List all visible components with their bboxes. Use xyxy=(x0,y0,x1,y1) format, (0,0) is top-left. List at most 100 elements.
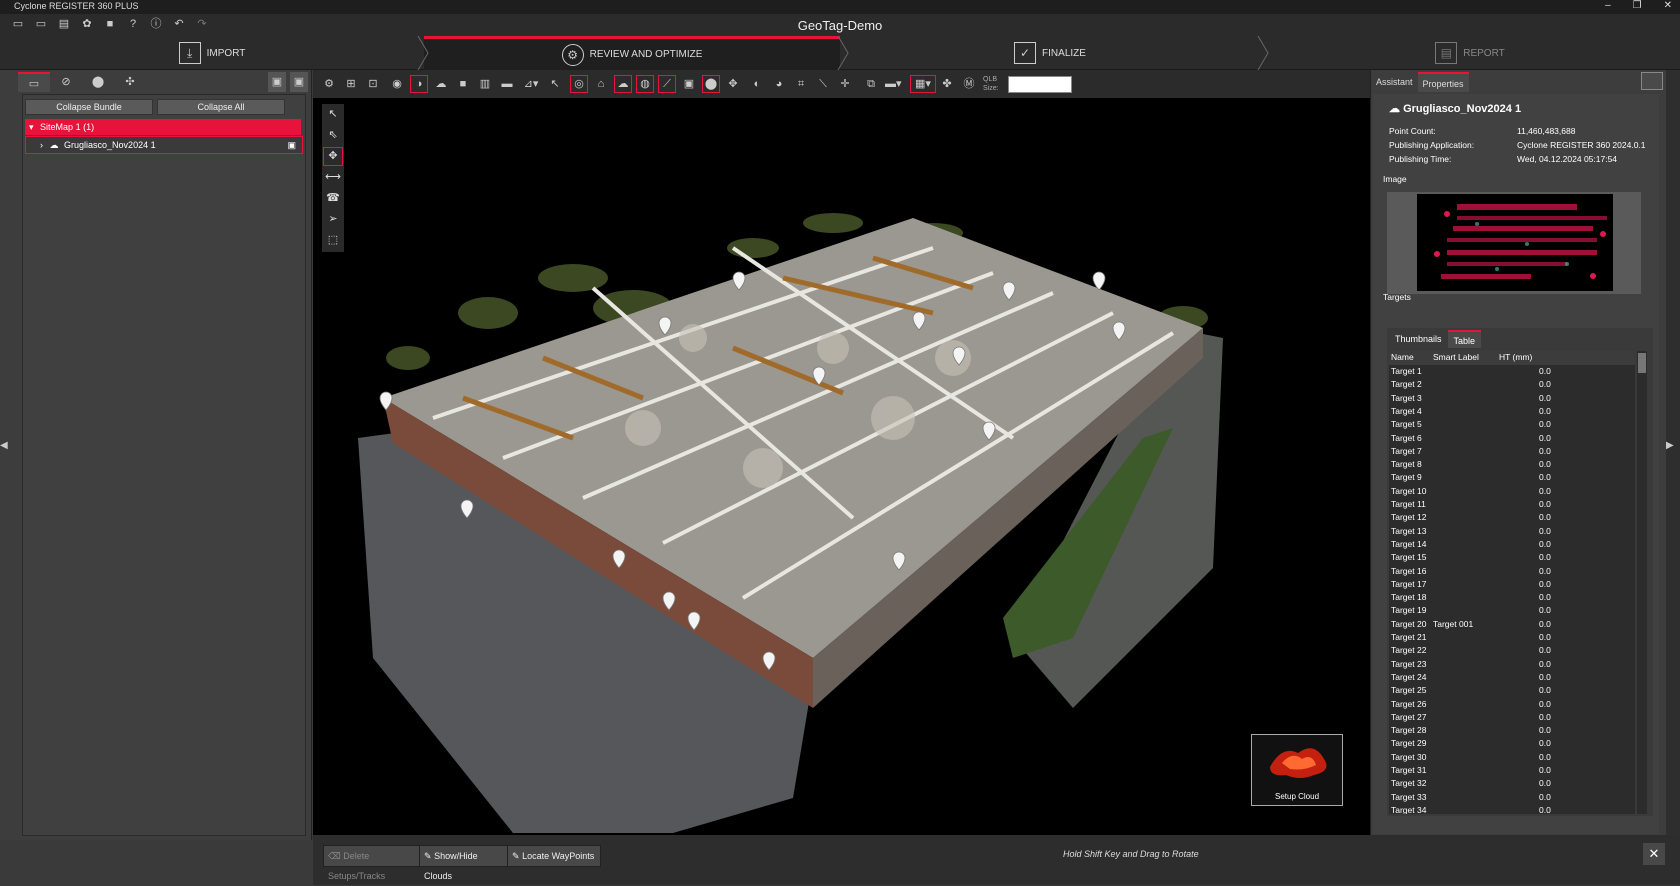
measure-dropdown-icon[interactable]: ⊿▾ xyxy=(523,76,539,92)
line-measure-icon[interactable]: ⟍ xyxy=(815,76,831,92)
view-square-icon[interactable]: ■ xyxy=(455,76,471,92)
tree-item-cloud[interactable]: › ☁ Grugliasco_Nov2024 1 ▣ xyxy=(25,136,303,154)
tab-waypoints-icon[interactable]: ⬤ xyxy=(82,72,114,92)
select-dropdown-icon[interactable]: ↖ xyxy=(547,76,563,92)
table-row[interactable]: Target 21 0.0 xyxy=(1389,631,1635,644)
table-row[interactable]: Target 23 0.0 xyxy=(1389,658,1635,671)
expand-chevron-icon[interactable]: ▾ xyxy=(29,122,34,132)
georef-icon[interactable]: ◕ xyxy=(771,76,787,92)
close-window-icon[interactable]: ✕ xyxy=(1664,0,1672,11)
table-row[interactable]: Target 8 0.0 xyxy=(1389,458,1635,471)
cloud-image-preview[interactable] xyxy=(1387,192,1641,294)
tree-item-sitemap[interactable]: ▾ SiteMap 1 (1) xyxy=(25,119,301,135)
orthographic-icon[interactable]: ▥ xyxy=(477,76,493,92)
3d-viewport[interactable]: ↖ ⇖ ✥ ⟷ ☎ ➢ ⬚ Setup Cloud xyxy=(313,98,1370,835)
table-row[interactable]: Target 27 0.0 xyxy=(1389,711,1635,724)
coordinate-icon[interactable]: ✛ xyxy=(837,76,853,92)
table-row[interactable]: Target 15 0.0 xyxy=(1389,551,1635,564)
table-row[interactable]: Target 18 0.0 xyxy=(1389,591,1635,604)
table-row[interactable]: Target 9 0.0 xyxy=(1389,471,1635,484)
layers-icon[interactable]: ⧉ xyxy=(863,76,879,92)
table-row[interactable]: Target 3 0.0 xyxy=(1389,392,1635,405)
show-clouds-icon[interactable]: ☁ xyxy=(614,75,632,93)
show-links-icon[interactable]: ⟋ xyxy=(658,75,676,93)
table-row[interactable]: Target 29 0.0 xyxy=(1389,737,1635,750)
table-row[interactable]: Target 2 0.0 xyxy=(1389,378,1635,391)
workflow-step-import[interactable]: ⤓ IMPORT xyxy=(0,36,424,70)
eye-dome-icon[interactable]: ◑ xyxy=(410,75,428,93)
left-panel-collapse-icon[interactable]: ◀ xyxy=(0,440,12,470)
globe-icon[interactable]: ◐ xyxy=(749,76,765,92)
tab-thumbnails[interactable]: Thumbnails xyxy=(1389,330,1448,348)
orbit-icon[interactable]: ✥ xyxy=(322,146,344,167)
table-row[interactable]: Target 17 0.0 xyxy=(1389,578,1635,591)
delete-setups-button[interactable]: ⌫ Delete Setups/Tracks xyxy=(323,845,425,881)
table-row[interactable]: Target 5 0.0 xyxy=(1389,418,1635,431)
table-row[interactable]: Target 7 0.0 xyxy=(1389,445,1635,458)
camera-icon[interactable]: ▣ xyxy=(681,76,697,92)
table-row[interactable]: Target 10 0.0 xyxy=(1389,485,1635,498)
show-hide-clouds-button[interactable]: ✎ Show/Hide Clouds xyxy=(419,845,513,881)
image-thumbnail-icon[interactable]: ▣ xyxy=(287,137,296,153)
multi-select-icon[interactable]: ⇖ xyxy=(322,125,344,146)
table-row[interactable]: Target 31 0.0 xyxy=(1389,764,1635,777)
table-row[interactable]: Target 12 0.0 xyxy=(1389,511,1635,524)
scrollbar-thumb[interactable] xyxy=(1638,353,1646,373)
table-row[interactable]: Target 11 0.0 xyxy=(1389,498,1635,511)
show-setups-icon[interactable]: ◎ xyxy=(570,75,588,93)
collapse-all-button[interactable]: Collapse All xyxy=(157,99,285,115)
fly-icon[interactable]: ➢ xyxy=(322,209,344,230)
show-targets-icon[interactable]: ◍ xyxy=(636,75,654,93)
tags-icon[interactable]: ⌂ xyxy=(593,76,609,92)
zoom-extents-icon[interactable]: ⊞ xyxy=(343,76,359,92)
table-row[interactable]: Target 33 0.0 xyxy=(1389,791,1635,804)
table-row[interactable]: Target 26 0.0 xyxy=(1389,698,1635,711)
table-row[interactable]: Target 16 0.0 xyxy=(1389,565,1635,578)
scan-view-icon[interactable]: ✤ xyxy=(939,76,955,92)
render-mode-dropdown-icon[interactable]: ▦▾ xyxy=(910,75,936,93)
table-row[interactable]: Target 1 0.0 xyxy=(1389,365,1635,378)
maximize-icon[interactable]: ❐ xyxy=(1633,0,1642,11)
tab-links-icon[interactable]: ⊘ xyxy=(50,72,82,92)
tab-setups-icon[interactable]: ✣ xyxy=(114,72,146,92)
table-row[interactable]: Target 32 0.0 xyxy=(1389,777,1635,790)
crop-icon[interactable]: ⌗ xyxy=(793,76,809,92)
show-waypoints-icon[interactable]: ⬤ xyxy=(702,75,720,93)
panel-option-icon[interactable]: ▣ xyxy=(290,72,308,92)
workflow-step-review[interactable]: ⚙ REVIEW AND OPTIMIZE xyxy=(424,36,840,70)
close-icon[interactable]: ✕ xyxy=(1643,843,1665,865)
cube-view-icon[interactable]: ⬚ xyxy=(322,230,344,251)
tab-bundle-folder-icon[interactable]: ▭ xyxy=(18,72,50,92)
column-header-smart-label[interactable]: Smart Label xyxy=(1433,352,1479,362)
setup-cloud-thumbnail[interactable]: Setup Cloud xyxy=(1251,734,1343,806)
right-panel-collapse-icon[interactable]: ▶ xyxy=(1666,440,1680,470)
monitor-icon[interactable]: ▬ xyxy=(499,76,515,92)
table-row[interactable]: Target 24 0.0 xyxy=(1389,671,1635,684)
workflow-step-report[interactable]: ▤ REPORT xyxy=(1260,36,1680,70)
minimize-icon[interactable]: – xyxy=(1605,0,1611,11)
display-dropdown-icon[interactable]: ▬▾ xyxy=(885,76,902,92)
restore-panel-icon[interactable] xyxy=(1641,72,1663,90)
locate-waypoints-button[interactable]: ✎ Locate WayPoints xyxy=(507,845,601,867)
limit-box-icon[interactable]: ☁ xyxy=(433,76,449,92)
walk-icon[interactable]: ☎ xyxy=(322,188,344,209)
table-row[interactable]: Target 22 0.0 xyxy=(1389,644,1635,657)
panel-option-icon[interactable]: ▣ xyxy=(268,72,286,92)
table-row[interactable]: Target 4 0.0 xyxy=(1389,405,1635,418)
tab-assistant[interactable]: Assistant xyxy=(1371,72,1418,92)
table-row[interactable]: Target 19 0.0 xyxy=(1389,604,1635,617)
expand-chevron-icon[interactable]: › xyxy=(40,140,43,150)
table-row[interactable]: Target 14 0.0 xyxy=(1389,538,1635,551)
column-header-ht[interactable]: HT (mm) xyxy=(1499,352,1532,362)
table-row[interactable]: Target 28 0.0 xyxy=(1389,724,1635,737)
table-row[interactable]: Target 25 0.0 xyxy=(1389,684,1635,697)
select-arrow-icon[interactable]: ↖ xyxy=(322,104,344,125)
workflow-step-finalize[interactable]: ✓ FINALIZE xyxy=(840,36,1260,70)
table-row[interactable]: Target 20 Target 001 0.0 xyxy=(1389,618,1635,631)
qlb-size-input[interactable] xyxy=(1008,76,1072,93)
color-mode-icon[interactable]: ◉ xyxy=(389,76,405,92)
tab-properties[interactable]: Properties xyxy=(1417,72,1469,92)
table-row[interactable]: Target 13 0.0 xyxy=(1389,525,1635,538)
fit-view-icon[interactable]: ⚙ xyxy=(321,76,337,92)
distance-icon[interactable]: ⟷ xyxy=(322,167,344,188)
